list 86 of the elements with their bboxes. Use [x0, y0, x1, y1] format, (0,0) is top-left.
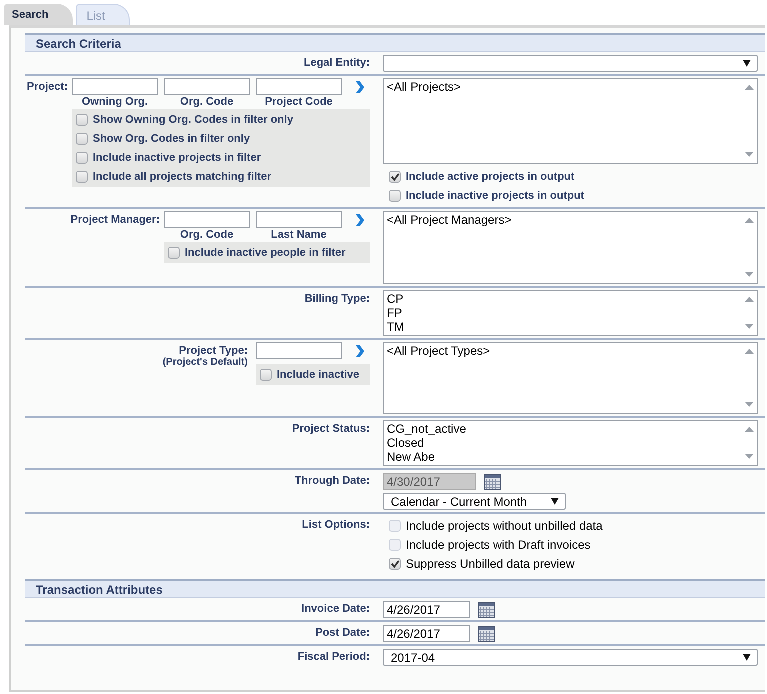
field-hint: (Project's Default): [162, 357, 248, 368]
scroll-down-icon[interactable]: [744, 324, 754, 329]
date-field[interactable]: 4/26/2017: [383, 625, 470, 642]
field-label: Project Type:: [179, 345, 248, 357]
list-box[interactable]: <All Projects>: [383, 78, 758, 164]
checkbox-label: Include inactive projects in output: [406, 190, 584, 202]
calendar-icon[interactable]: [478, 602, 495, 618]
checkbox-label: Show Org. Codes in filter only: [93, 132, 250, 144]
field-label: Invoice Date:: [302, 602, 370, 615]
checkbox-label: Include projects with Draft invoices: [406, 538, 591, 552]
dropdown-arrow-icon: [551, 498, 559, 505]
text-field[interactable]: [164, 78, 250, 95]
list-item[interactable]: Closed: [387, 436, 738, 450]
checkbox-label: Include inactive projects in filter: [93, 152, 262, 164]
chevron-right-icon[interactable]: [355, 345, 365, 358]
scroll-up-icon[interactable]: [744, 427, 754, 432]
field-label: Legal Entity:: [304, 56, 370, 69]
list-item[interactable]: <All Project Managers>: [387, 213, 738, 227]
list-item[interactable]: FP: [387, 306, 738, 320]
field-label: Fiscal Period:: [298, 650, 370, 663]
text-field[interactable]: [72, 78, 158, 95]
dropdown-value: 2017-04: [391, 650, 436, 664]
dropdown[interactable]: [383, 55, 758, 72]
field-caption: Owning Org.: [82, 96, 148, 109]
checkbox[interactable]: [76, 152, 88, 164]
field-caption: Project Code: [265, 96, 333, 109]
field-label: Project:: [27, 80, 68, 93]
dropdown-arrow-icon: [743, 654, 751, 661]
text-field[interactable]: [164, 211, 250, 228]
list-box[interactable]: CP FP TM: [383, 290, 758, 336]
field-label: Post Date:: [316, 626, 370, 639]
checkbox-label: Suppress Unbilled data preview: [406, 556, 575, 570]
checkbox-label: Show Owning Org. Codes in filter only: [93, 114, 294, 126]
checkbox-label: Include inactive: [277, 368, 360, 380]
checkbox[interactable]: [76, 170, 88, 182]
section-header: Transaction Attributes: [25, 579, 765, 598]
chevron-right-icon[interactable]: [355, 214, 365, 227]
list-item[interactable]: CG_not_active: [387, 422, 738, 436]
scroll-up-icon[interactable]: [744, 85, 754, 90]
checkbox[interactable]: [76, 132, 88, 144]
checkbox-label: Include all projects matching filter: [93, 170, 272, 182]
scroll-down-icon[interactable]: [744, 454, 754, 459]
list-box[interactable]: <All Project Managers>: [383, 211, 758, 284]
scroll-down-icon[interactable]: [744, 152, 754, 157]
field-caption: Last Name: [271, 229, 327, 242]
dropdown[interactable]: Calendar - Current Month: [383, 493, 566, 510]
checkbox[interactable]: [389, 558, 401, 570]
checkbox[interactable]: [76, 114, 88, 126]
field-label: Project Status:: [292, 422, 370, 435]
field-label: List Options:: [302, 518, 370, 531]
checkbox-label: Include projects without unbilled data: [406, 518, 603, 532]
list-box[interactable]: CG_not_active Closed New Abe: [383, 420, 758, 466]
calendar-icon[interactable]: [478, 626, 495, 642]
checkbox[interactable]: [260, 368, 272, 380]
list-item[interactable]: TM: [387, 320, 738, 334]
checkbox[interactable]: [389, 190, 401, 202]
tab[interactable]: Search: [4, 4, 73, 25]
scroll-up-icon[interactable]: [744, 297, 754, 302]
scroll-down-icon[interactable]: [744, 402, 754, 407]
field-label: Through Date:: [294, 474, 370, 487]
dropdown[interactable]: 2017-04: [383, 649, 758, 666]
list-item[interactable]: CP: [387, 292, 738, 306]
text-field[interactable]: [256, 78, 342, 95]
field-caption: Org. Code: [180, 96, 234, 109]
scroll-up-icon[interactable]: [744, 218, 754, 223]
checkbox[interactable]: [389, 170, 401, 182]
dropdown-value: Calendar - Current Month: [391, 494, 528, 508]
list-item[interactable]: <All Projects>: [387, 80, 738, 94]
text-field[interactable]: [256, 342, 342, 359]
section-header: Search Criteria: [25, 33, 765, 52]
list-box[interactable]: <All Project Types>: [383, 342, 758, 414]
date-field[interactable]: 4/26/2017: [383, 601, 470, 618]
field-caption: Org. Code: [180, 229, 234, 242]
scroll-up-icon[interactable]: [744, 349, 754, 354]
checkbox-label: Include active projects in output: [406, 170, 575, 182]
field-label: Project Manager:: [70, 213, 160, 226]
field-label: Billing Type:: [304, 292, 370, 305]
list-item[interactable]: <All Project Types>: [387, 344, 738, 358]
text-field[interactable]: [256, 211, 342, 228]
chevron-right-icon[interactable]: [355, 81, 365, 94]
checkbox-label: Include inactive people in filter: [185, 246, 346, 258]
calendar-icon[interactable]: [484, 474, 501, 490]
checkbox[interactable]: [168, 246, 180, 258]
list-item[interactable]: New Abe: [387, 450, 738, 464]
dropdown-arrow-icon: [743, 60, 751, 67]
scroll-down-icon[interactable]: [744, 272, 754, 277]
